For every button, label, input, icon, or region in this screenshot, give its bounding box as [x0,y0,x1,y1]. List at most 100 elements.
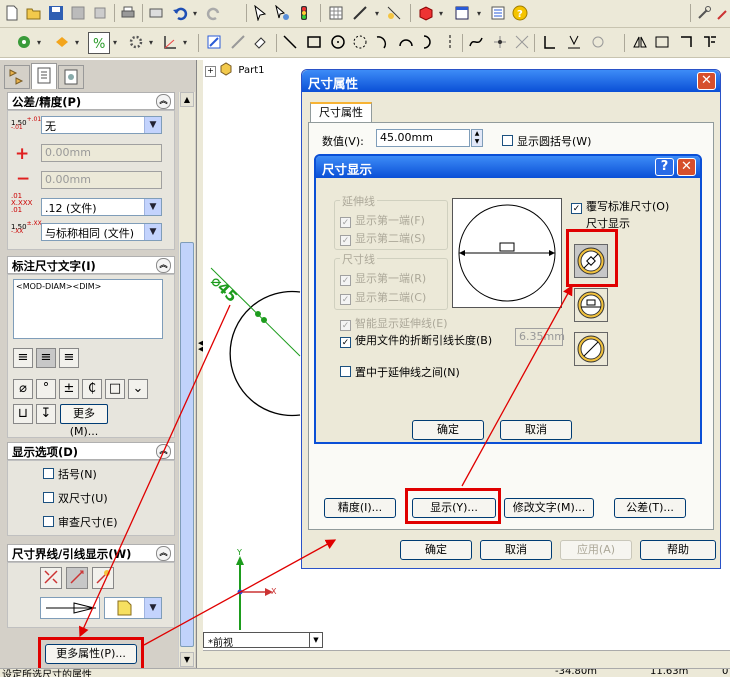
print-preview-icon[interactable] [146,3,166,23]
line-icon[interactable] [280,32,300,52]
more-symbols-icon[interactable]: ⌄ [128,379,148,399]
configuration-manager-tab[interactable] [58,65,84,89]
chevron-down-icon[interactable]: ▾ [110,32,120,52]
percent-icon[interactable]: % [88,32,110,54]
chevron-down-icon[interactable]: ▼ [309,633,322,647]
chevron-down-icon[interactable]: ▾ [474,3,484,23]
precision-button[interactable]: 精度(I)... [324,498,396,518]
tangent-arc-icon[interactable] [396,32,416,52]
sketch-icon[interactable] [350,3,370,23]
new-icon[interactable] [2,3,22,23]
display-linear-option[interactable] [574,288,608,322]
three-point-arc-icon[interactable] [418,32,438,52]
collapse-icon[interactable]: ︽ [156,258,171,273]
tolerance-button[interactable]: 公差(T)... [614,498,686,518]
view-select[interactable]: *前视 ▼ [203,632,323,649]
value-input[interactable]: 45.00mm [376,129,470,147]
modify-text-button[interactable]: 修改文字(M)... [504,498,594,518]
collapse-icon[interactable]: ︽ [156,94,171,109]
checkbox-icon[interactable] [340,366,351,377]
round-brackets-checkbox[interactable]: 显示圆括号(W) [502,133,591,149]
mirror-icon[interactable] [630,32,650,52]
list-icon[interactable] [488,3,508,23]
ext-show-second-checkbox[interactable]: ✓ 显示第二端(S) [340,230,426,246]
smart-arrows-icon[interactable] [92,567,114,589]
3d-box-icon[interactable] [416,3,436,23]
cancel-button[interactable]: 取消 [480,540,552,560]
arc-icon[interactable] [372,32,392,52]
plus-minus-icon[interactable]: ± [59,379,79,399]
open-icon[interactable] [24,3,44,23]
more-symbols-button[interactable]: 更多(M)... [60,404,108,438]
save-icon[interactable] [46,3,66,23]
move-icon[interactable] [700,32,720,52]
checkbox-icon[interactable]: ✓ [340,337,351,348]
parentheses-checkbox[interactable]: 括号(N) [43,466,97,482]
chevron-down-icon[interactable]: ▾ [190,3,200,23]
help-button[interactable]: 帮助 [640,540,716,560]
arrows-inside-icon[interactable] [66,567,88,589]
redo-icon[interactable] [204,3,224,23]
save-all-icon[interactable] [68,3,88,23]
chevron-down-icon[interactable]: ▾ [146,32,156,52]
apply-button[interactable]: 应用(A) [560,540,632,560]
depth-icon[interactable]: ↧ [36,404,56,424]
display-style-icon[interactable] [52,32,72,52]
checkbox-icon[interactable]: ✓ [340,217,351,228]
trim-icon[interactable] [652,32,672,52]
degree-symbol-icon[interactable]: ° [36,379,56,399]
smart-dimension-icon[interactable] [384,3,404,23]
leader-style-select[interactable]: ▼ [104,597,162,619]
witness-header[interactable]: 尺寸界线/引线显示(W) ︽ [7,544,175,562]
rectangle-icon[interactable] [304,32,324,52]
precision-select[interactable]: .12 (文件) ▼ [41,198,162,216]
chevron-down-icon[interactable]: ▾ [372,3,382,23]
chevron-down-icon[interactable]: ▼ [144,117,161,133]
chevron-down-icon[interactable]: ▾ [34,32,44,52]
break-length-input[interactable]: 6.35mm [515,328,565,346]
collapse-icon[interactable]: ︽ [156,444,171,459]
chevron-down-icon[interactable]: ▼ [144,199,161,215]
ok-button[interactable]: 确定 [400,540,472,560]
counterbore-icon[interactable]: ⊔ [13,404,33,424]
display-options-header[interactable]: 显示选项(D) ︽ [7,442,175,460]
tools-icon[interactable] [694,3,714,23]
tab-dim-props[interactable]: 尺寸属性 [310,102,372,122]
square-symbol-icon[interactable]: □ [105,379,125,399]
lower-tolerance-input[interactable]: 0.00mm [41,171,162,189]
feature-manager-tab[interactable] [4,65,30,89]
dim-display-cancel-button[interactable]: 取消 [500,420,572,440]
dim-show-first-checkbox[interactable]: ✓ 显示第一端(R) [340,270,426,286]
rebuild-icon[interactable] [294,3,314,23]
collapse-icon[interactable]: ︽ [156,546,171,561]
diameter-symbol-icon[interactable]: ⌀ [13,379,33,399]
arrow-style-select[interactable] [40,597,100,619]
property-manager-tab[interactable] [31,63,57,89]
settings-icon[interactable] [126,32,146,52]
undo-icon[interactable] [170,3,190,23]
align-right-icon[interactable]: ≡ [59,348,79,368]
spline-icon[interactable] [466,32,486,52]
tolerance-type-select[interactable]: 无 ▼ [41,116,162,134]
axis-icon[interactable] [160,32,180,52]
close-icon[interactable]: ✕ [677,158,696,176]
properties-icon[interactable] [90,3,110,23]
display-radius-option[interactable] [574,332,608,366]
ext-show-first-checkbox[interactable]: ✓ 显示第一端(F) [340,212,425,228]
horizontal-scrollbar[interactable] [203,650,730,668]
dim-display-ok-button[interactable]: 确定 [412,420,484,440]
tolerance-header[interactable]: 公差/精度(P) ︽ [7,92,175,110]
align-left-icon[interactable]: ≡ [13,348,33,368]
eraser-icon[interactable] [250,32,270,52]
chevron-down-icon[interactable]: ▾ [180,32,190,52]
help-icon[interactable]: ? [655,158,674,176]
chevron-down-icon[interactable]: ▾ [72,32,82,52]
scroll-down-icon[interactable]: ▼ [180,652,194,667]
chevron-down-icon[interactable]: ▾ [436,3,446,23]
print-icon[interactable] [118,3,138,23]
smart-ext-checkbox[interactable]: ✓ 智能显示延伸线(E) [340,315,448,331]
checkbox-icon[interactable]: ✓ [340,320,351,331]
dim-show-second-checkbox[interactable]: ✓ 显示第二端(C) [340,289,426,305]
extend-icon[interactable] [676,32,696,52]
sketch-tools-icon[interactable] [714,3,730,23]
